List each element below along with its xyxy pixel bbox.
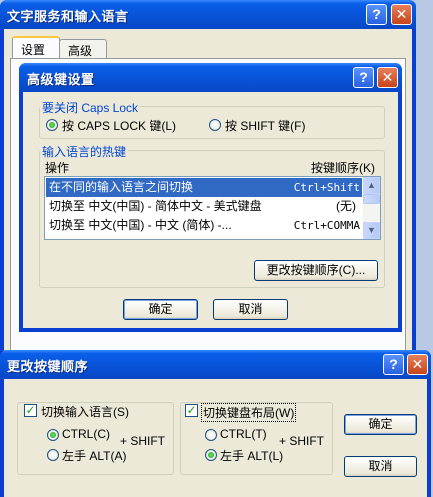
change-titlebar[interactable]: 更改按键顺序 ? ✕ (0, 350, 431, 379)
list-item-keys: Ctrl+Shift (293, 181, 360, 194)
advanced-client: 要关闭 Caps Lock 按 CAPS LOCK 键(L) 按 SHIFT 键… (23, 92, 398, 328)
advanced-close-button[interactable]: ✕ (377, 67, 398, 88)
column-action-header: 操作 (45, 161, 70, 175)
column-sequence-header: 按键顺序(K) (311, 161, 375, 175)
list-item-action: 切换至 中文(中国) - 中文 (简体) -... (49, 218, 232, 232)
close-button[interactable]: ✕ (391, 4, 412, 25)
caps-lock-radio-label[interactable]: 按 CAPS LOCK 键(L) (62, 117, 176, 134)
advanced-title: 高级键设置 (27, 72, 95, 87)
main-titlebar[interactable]: 文字服务和输入语言 ? ✕ (0, 0, 416, 29)
scroll-down-arrow-icon[interactable]: ▼ (363, 222, 380, 239)
advanced-titlebar[interactable]: 高级键设置 ? ✕ (19, 63, 402, 92)
change-help-button[interactable]: ? (383, 354, 404, 375)
advanced-ok-button[interactable]: 确定 (123, 299, 198, 320)
switch-language-label[interactable]: 切换输入语言(S) (41, 403, 131, 420)
main-title: 文字服务和输入语言 (7, 9, 129, 24)
switch-layout-checkbox[interactable]: ✓ (185, 404, 198, 417)
ctrl-left-radio[interactable] (47, 429, 59, 441)
alt-left-label[interactable]: 左手 ALT(A) (62, 447, 126, 464)
list-item-action: 切换至 中文(中国) - 简体中文 - 美式键盘 (49, 199, 262, 213)
tab-settings[interactable]: 设置 (12, 36, 60, 59)
tab-advanced-label: 高级 (68, 44, 93, 58)
scroll-thumb[interactable] (363, 194, 380, 204)
list-item[interactable]: 切换至 中文(中国) - 中文 (简体) -... Ctrl+COMMA (46, 216, 362, 235)
switch-language-checkbox[interactable]: ✓ (24, 404, 37, 417)
plus-shift-right: + SHIFT (279, 434, 325, 448)
list-item-keys: (无) (336, 199, 356, 213)
plus-shift-left: + SHIFT (120, 434, 166, 448)
alt-right-radio[interactable] (205, 449, 217, 461)
change-sequence-dialog: 更改按键顺序 ? ✕ ✓ 切换输入语言(S) CTRL(C) + SHIFT 左… (0, 350, 431, 497)
list-item[interactable]: 在不同的输入语言之间切换 Ctrl+Shift (46, 178, 362, 197)
hotkey-list[interactable]: 在不同的输入语言之间切换 Ctrl+Shift 切换至 中文(中国) - 简体中… (44, 176, 381, 240)
shift-radio-label[interactable]: 按 SHIFT 键(F) (225, 117, 305, 134)
advanced-dialog: 高级键设置 ? ✕ 要关闭 Caps Lock 按 CAPS LOCK 键(L)… (19, 63, 402, 332)
ctrl-right-label[interactable]: CTRL(T) (220, 427, 267, 441)
switch-layout-label[interactable]: 切换键盘布局(W) (201, 403, 297, 422)
change-ok-button[interactable]: 确定 (344, 414, 417, 435)
advanced-cancel-button[interactable]: 取消 (213, 299, 288, 320)
change-close-button[interactable]: ✕ (407, 354, 428, 375)
list-item-keys: Ctrl+COMMA (293, 219, 360, 232)
change-title: 更改按键顺序 (7, 359, 89, 374)
help-button[interactable]: ? (366, 4, 387, 25)
alt-right-label[interactable]: 左手 ALT(L) (220, 447, 283, 464)
list-item[interactable]: 切换至 中文(中国) - 简体中文 - 美式键盘 (无) (46, 197, 362, 216)
change-key-sequence-button[interactable]: 更改按键顺序(C)... (254, 260, 378, 281)
change-cancel-button[interactable]: 取消 (344, 456, 417, 477)
list-item-action: 在不同的输入语言之间切换 (49, 180, 194, 194)
advanced-help-button[interactable]: ? (353, 67, 374, 88)
shift-radio[interactable] (209, 119, 221, 131)
hotkey-group-label: 输入语言的热键 (40, 143, 129, 160)
scroll-up-arrow-icon[interactable]: ▲ (363, 177, 380, 194)
hotkey-list-scrollbar[interactable]: ▲ ▼ (363, 177, 380, 239)
tab-advanced[interactable]: 高级 (59, 39, 107, 58)
ctrl-left-label[interactable]: CTRL(C) (62, 427, 110, 441)
change-client: ✓ 切换输入语言(S) CTRL(C) + SHIFT 左手 ALT(A) ✓ … (4, 379, 427, 497)
alt-left-radio[interactable] (47, 449, 59, 461)
caps-lock-group-label: 要关闭 Caps Lock (40, 99, 141, 116)
caps-lock-radio[interactable] (46, 119, 58, 131)
ctrl-right-radio[interactable] (205, 429, 217, 441)
tab-settings-label: 设置 (21, 43, 46, 57)
